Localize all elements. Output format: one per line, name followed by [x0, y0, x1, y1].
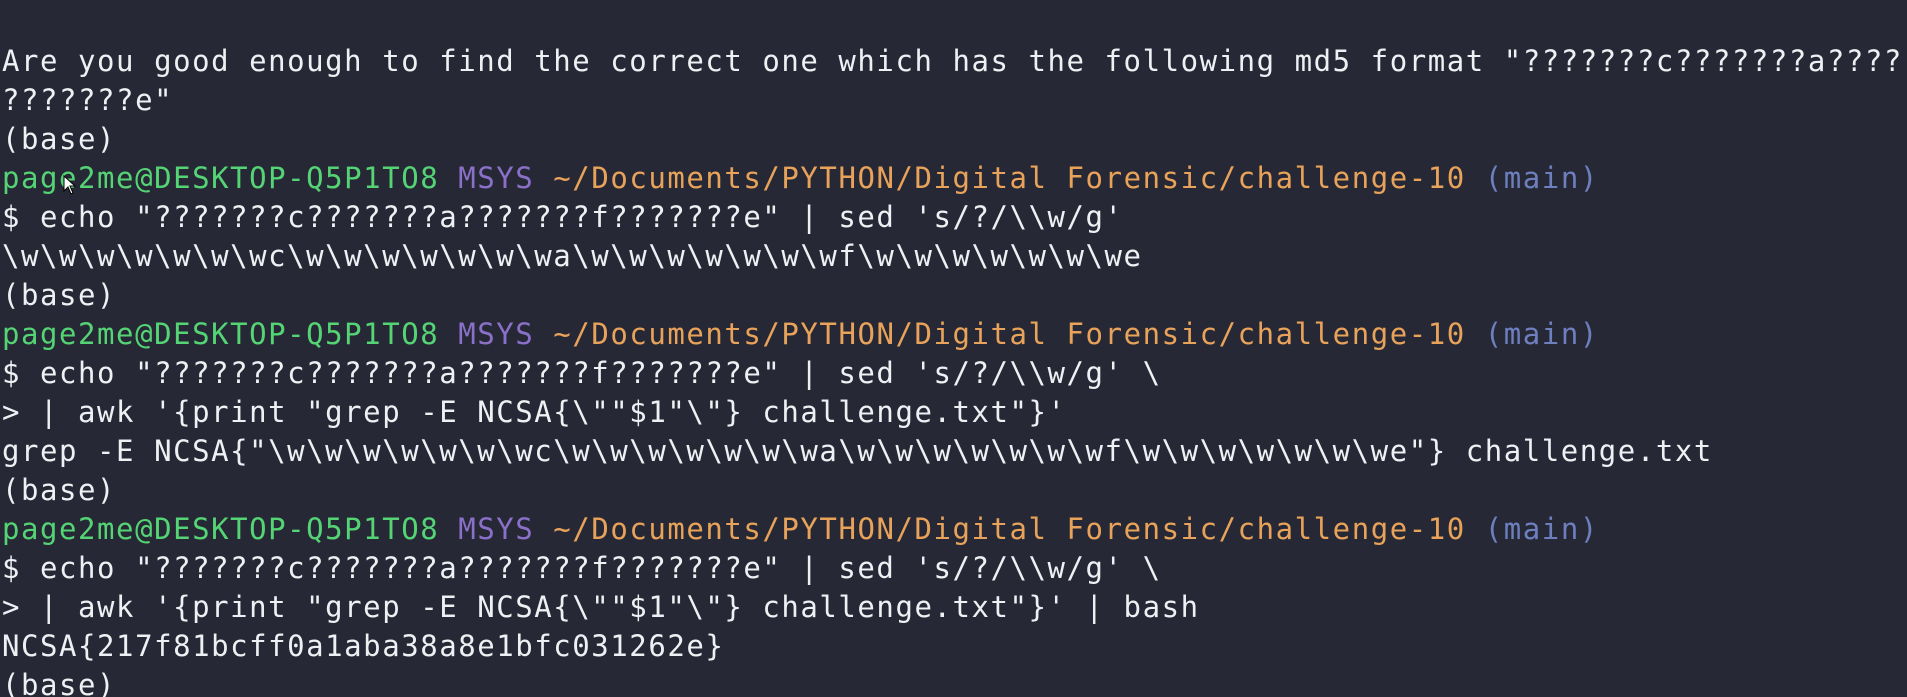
prompt-branch: (main)	[1484, 317, 1599, 351]
prompt-path: ~/Documents/PYTHON/Digital Forensic/chal…	[553, 317, 1466, 351]
prompt-branch: (main)	[1484, 161, 1599, 195]
command-output: \w\w\w\w\w\w\wc\w\w\w\w\w\w\wa\w\w\w\w\w…	[2, 239, 1143, 273]
prompt-path: ~/Documents/PYTHON/Digital Forensic/chal…	[553, 512, 1466, 546]
command-input-continuation: > | awk '{print "grep -E NCSA{\""$1"\"} …	[2, 590, 1200, 624]
command-input: $ echo "???????c???????a???????f???????e…	[2, 356, 1162, 390]
prompt-user-host: page2me@DESKTOP-Q5P1TO8	[2, 317, 440, 351]
conda-env-label: (base)	[2, 473, 117, 507]
conda-env-label: (base)	[2, 668, 117, 697]
terminal-output[interactable]: Are you good enough to find the correct …	[2, 42, 1905, 697]
question-line-1: Are you good enough to find the correct …	[2, 44, 1905, 78]
prompt-path: ~/Documents/PYTHON/Digital Forensic/chal…	[553, 161, 1466, 195]
command-input: $ echo "???????c???????a???????f???????e…	[2, 200, 1124, 234]
conda-env-label: (base)	[2, 122, 117, 156]
prompt-env: MSYS	[458, 317, 535, 351]
prompt-env: MSYS	[458, 512, 535, 546]
flag-output: NCSA{217f81bcff0a1aba38a8e1bfc031262e}	[2, 629, 725, 663]
shell-prompt: page2me@DESKTOP-Q5P1TO8 MSYS ~/Documents…	[2, 315, 1905, 354]
command-input: $ echo "???????c???????a???????f???????e…	[2, 551, 1162, 585]
prompt-env: MSYS	[458, 161, 535, 195]
prompt-user-host: page2me@DESKTOP-Q5P1TO8	[2, 512, 440, 546]
command-output: grep -E NCSA{"\w\w\w\w\w\w\wc\w\w\w\w\w\…	[2, 434, 1713, 468]
prompt-branch: (main)	[1484, 512, 1599, 546]
mouse-pointer-icon	[63, 175, 77, 195]
shell-prompt: page2me@DESKTOP-Q5P1TO8 MSYS ~/Documents…	[2, 159, 1905, 198]
shell-prompt: page2me@DESKTOP-Q5P1TO8 MSYS ~/Documents…	[2, 510, 1905, 549]
question-line-2: ???????e"	[2, 83, 174, 117]
command-input-continuation: > | awk '{print "grep -E NCSA{\""$1"\"} …	[2, 395, 1067, 429]
conda-env-label: (base)	[2, 278, 117, 312]
